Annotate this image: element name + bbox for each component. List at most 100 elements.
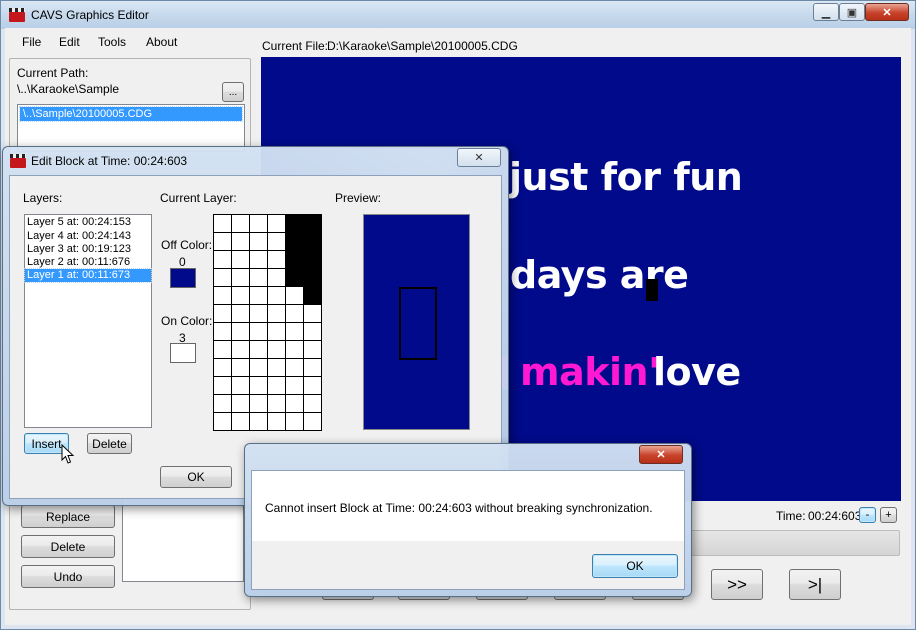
pixel-cell[interactable] bbox=[304, 377, 322, 395]
file-list-item[interactable]: \..\Sample\20100005.CDG bbox=[19, 106, 243, 122]
on-color-swatch[interactable] bbox=[170, 343, 196, 363]
message-box-titlebar[interactable]: ✕ bbox=[245, 444, 691, 470]
pixel-cell[interactable] bbox=[250, 305, 268, 323]
pixel-cell[interactable] bbox=[304, 287, 322, 305]
replace-button[interactable]: Replace bbox=[21, 505, 115, 528]
pixel-cell[interactable] bbox=[232, 341, 250, 359]
pixel-cell[interactable] bbox=[232, 233, 250, 251]
menu-tools[interactable]: Tools bbox=[98, 35, 126, 49]
pixel-cell[interactable] bbox=[268, 305, 286, 323]
pixel-cell[interactable] bbox=[268, 413, 286, 431]
time-decrement-button[interactable]: - bbox=[859, 507, 876, 523]
pixel-cell[interactable] bbox=[286, 269, 304, 287]
pixel-cell[interactable] bbox=[286, 413, 304, 431]
pixel-cell[interactable] bbox=[268, 359, 286, 377]
pixel-cell[interactable] bbox=[286, 323, 304, 341]
edit-dialog-close-button[interactable]: ✕ bbox=[457, 148, 501, 167]
pixel-cell[interactable] bbox=[304, 341, 322, 359]
pixel-cell[interactable] bbox=[268, 377, 286, 395]
pixel-cell[interactable] bbox=[286, 215, 304, 233]
pixel-cell[interactable] bbox=[232, 215, 250, 233]
pixel-cell[interactable] bbox=[304, 359, 322, 377]
layer-item[interactable]: Layer 3 at: 00:19:123 bbox=[25, 243, 151, 256]
timeline-bar[interactable] bbox=[690, 530, 900, 556]
pixel-cell[interactable] bbox=[214, 359, 232, 377]
message-box-close-button[interactable]: ✕ bbox=[639, 445, 683, 464]
pixel-cell[interactable] bbox=[214, 251, 232, 269]
pixel-cell[interactable] bbox=[232, 413, 250, 431]
pixel-cell[interactable] bbox=[250, 341, 268, 359]
pixel-cell[interactable] bbox=[286, 395, 304, 413]
pixel-cell[interactable] bbox=[304, 233, 322, 251]
maximize-button[interactable]: ▣ bbox=[839, 3, 865, 21]
pixel-cell[interactable] bbox=[232, 377, 250, 395]
browse-button[interactable]: ... bbox=[222, 82, 244, 102]
undo-button[interactable]: Undo bbox=[21, 565, 115, 588]
pixel-cell[interactable] bbox=[304, 395, 322, 413]
pixel-grid[interactable] bbox=[213, 214, 322, 431]
layer-item[interactable]: Layer 4 at: 00:24:143 bbox=[25, 230, 151, 243]
menu-file[interactable]: File bbox=[22, 35, 41, 49]
pixel-cell[interactable] bbox=[286, 251, 304, 269]
pixel-cell[interactable] bbox=[268, 323, 286, 341]
pixel-cell[interactable] bbox=[304, 323, 322, 341]
pixel-cell[interactable] bbox=[268, 251, 286, 269]
layers-list[interactable]: Layer 5 at: 00:24:153 Layer 4 at: 00:24:… bbox=[24, 214, 152, 428]
side-list[interactable] bbox=[122, 498, 244, 582]
pixel-cell[interactable] bbox=[268, 233, 286, 251]
pixel-cell[interactable] bbox=[304, 269, 322, 287]
pixel-cell[interactable] bbox=[286, 233, 304, 251]
pixel-cell[interactable] bbox=[232, 287, 250, 305]
pixel-cell[interactable] bbox=[250, 323, 268, 341]
time-increment-button[interactable]: + bbox=[880, 507, 897, 523]
message-box-ok-button[interactable]: OK bbox=[592, 554, 678, 578]
pixel-cell[interactable] bbox=[286, 305, 304, 323]
delete-button[interactable]: Delete bbox=[21, 535, 115, 558]
pixel-cell[interactable] bbox=[232, 323, 250, 341]
off-color-swatch[interactable] bbox=[170, 268, 196, 288]
pixel-cell[interactable] bbox=[214, 395, 232, 413]
edit-dialog-ok-button[interactable]: OK bbox=[160, 466, 232, 488]
pixel-cell[interactable] bbox=[214, 215, 232, 233]
pixel-cell[interactable] bbox=[214, 233, 232, 251]
pixel-cell[interactable] bbox=[304, 413, 322, 431]
pixel-cell[interactable] bbox=[250, 287, 268, 305]
menu-edit[interactable]: Edit bbox=[59, 35, 80, 49]
pixel-cell[interactable] bbox=[250, 251, 268, 269]
main-titlebar[interactable]: CAVS Graphics Editor ▁ ▣ ✕ bbox=[1, 1, 915, 29]
pixel-cell[interactable] bbox=[268, 287, 286, 305]
pixel-cell[interactable] bbox=[232, 305, 250, 323]
layer-item[interactable]: Layer 5 at: 00:24:153 bbox=[25, 215, 151, 230]
pixel-cell[interactable] bbox=[250, 269, 268, 287]
pixel-cell[interactable] bbox=[232, 359, 250, 377]
pixel-cell[interactable] bbox=[304, 251, 322, 269]
layer-item[interactable]: Layer 2 at: 00:11:676 bbox=[25, 256, 151, 269]
pixel-cell[interactable] bbox=[232, 269, 250, 287]
pixel-cell[interactable] bbox=[268, 215, 286, 233]
pixel-cell[interactable] bbox=[286, 287, 304, 305]
pixel-cell[interactable] bbox=[214, 377, 232, 395]
skip-to-end-button[interactable]: >| bbox=[789, 569, 841, 600]
pixel-cell[interactable] bbox=[250, 233, 268, 251]
pixel-cell[interactable] bbox=[268, 395, 286, 413]
layer-item-selected[interactable]: Layer 1 at: 00:11:673 bbox=[24, 268, 152, 283]
pixel-cell[interactable] bbox=[250, 413, 268, 431]
pixel-cell[interactable] bbox=[304, 305, 322, 323]
fast-forward-button[interactable]: >> bbox=[711, 569, 763, 600]
pixel-cell[interactable] bbox=[304, 215, 322, 233]
edit-dialog-titlebar[interactable]: Edit Block at Time: 00:24:603 ✕ bbox=[3, 147, 508, 175]
pixel-cell[interactable] bbox=[268, 341, 286, 359]
pixel-cell[interactable] bbox=[286, 359, 304, 377]
pixel-cell[interactable] bbox=[214, 305, 232, 323]
close-button[interactable]: ✕ bbox=[865, 3, 909, 21]
pixel-cell[interactable] bbox=[250, 215, 268, 233]
pixel-cell[interactable] bbox=[214, 287, 232, 305]
pixel-cell[interactable] bbox=[268, 269, 286, 287]
pixel-cell[interactable] bbox=[214, 269, 232, 287]
minimize-button[interactable]: ▁ bbox=[813, 3, 839, 21]
pixel-cell[interactable] bbox=[214, 413, 232, 431]
pixel-cell[interactable] bbox=[232, 395, 250, 413]
pixel-cell[interactable] bbox=[286, 341, 304, 359]
pixel-cell[interactable] bbox=[250, 377, 268, 395]
pixel-cell[interactable] bbox=[232, 251, 250, 269]
